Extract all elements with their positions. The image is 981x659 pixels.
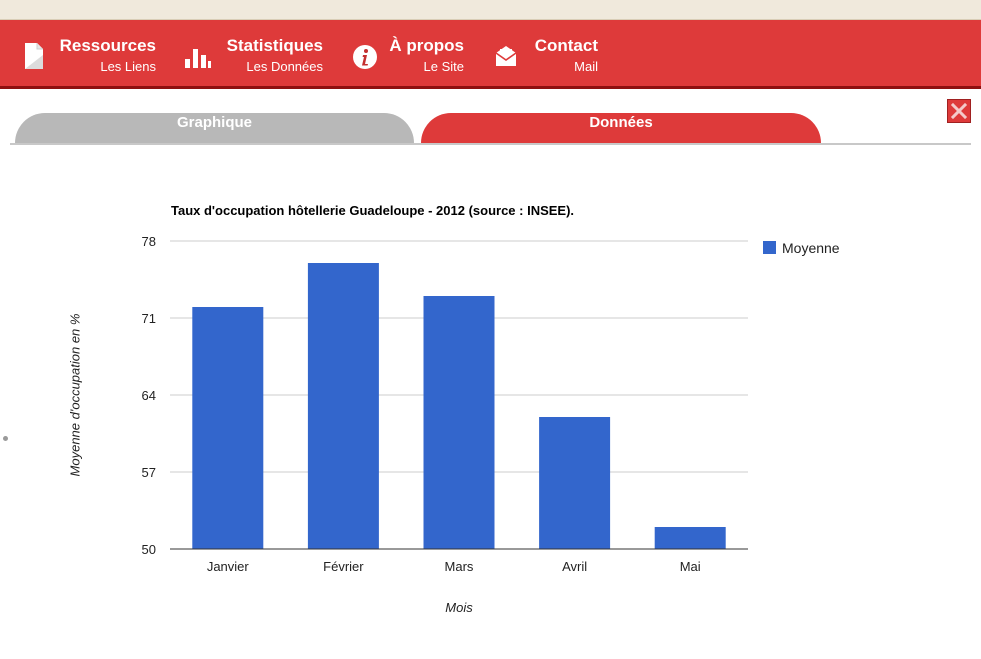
x-tick-label: Mars — [445, 559, 474, 574]
bar-chart: 50 57 64 71 78 Janvier Février Mars Avril Mai — [142, 234, 748, 574]
x-tick-label: Avril — [562, 559, 587, 574]
bar — [539, 417, 611, 549]
bar — [423, 296, 495, 549]
x-tick-label: Janvier — [207, 559, 250, 574]
y-tick-label: 50 — [142, 542, 156, 557]
bar — [192, 307, 264, 549]
bar — [307, 263, 379, 549]
y-tick-label: 71 — [142, 311, 156, 326]
bar — [654, 527, 726, 549]
x-tick-label: Février — [323, 559, 364, 574]
y-tick-label: 64 — [142, 388, 156, 403]
y-tick-label: 78 — [142, 234, 156, 249]
x-tick-label: Mai — [680, 559, 701, 574]
y-tick-label: 57 — [142, 465, 156, 480]
